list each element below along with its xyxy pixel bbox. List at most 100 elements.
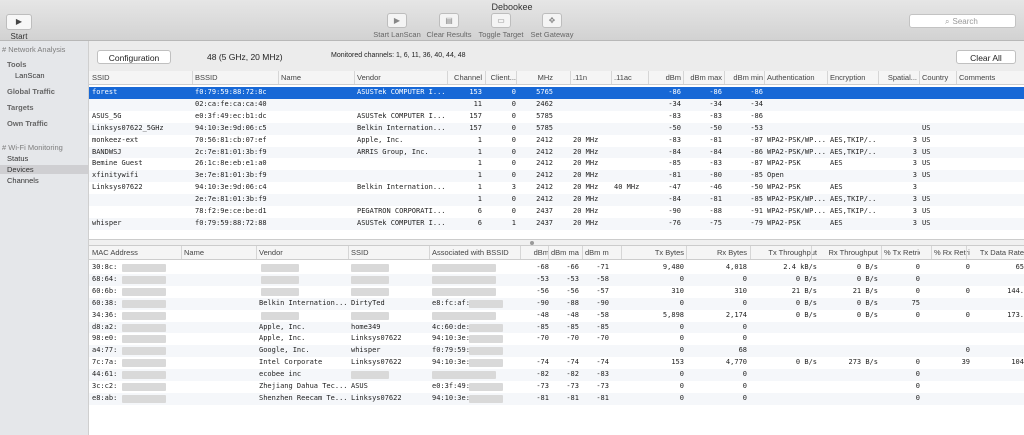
column-separator[interactable] <box>878 71 879 84</box>
table-row[interactable]: forest f0:79:59:88:72:8c ASUSTek COMPUTER … <box>89 87 1024 99</box>
table-row[interactable]: Bemine Guest 26:1c:8e:eb:e1:a0 1 0 2412 20 MH… <box>89 158 1024 170</box>
column-header[interactable]: Vendor <box>259 248 351 257</box>
table-row[interactable]: whisper f0:79:59:88:72:88 ASUSTek COMPUTER… <box>89 217 1024 230</box>
column-header[interactable]: Country <box>922 73 952 82</box>
column-separator[interactable] <box>648 71 649 84</box>
column-header[interactable]: Name <box>281 73 353 82</box>
table-row[interactable]: 60:6b: -56 -56 -57 310 310 21 B/s 21 B/s 0 0 144. <box>89 286 1024 298</box>
table-row[interactable]: a4:77: Google, Inc. whisper f0:79:59: 0 68 0 <box>89 345 1024 358</box>
sidebar-item-global-traffic[interactable]: Global Traffic <box>7 87 95 96</box>
table-row[interactable]: 02:ca:fe:ca:ca:40 11 0 2462 -34 -34 -34 <box>89 98 1024 111</box>
column-header[interactable]: SSID <box>92 73 192 82</box>
column-header[interactable]: BSSID <box>195 73 280 82</box>
table-row[interactable]: monkeez-ext 70:56:81:cb:07:ef Apple, Inc. 1… <box>89 135 1024 147</box>
table-row[interactable]: d8:a2: Apple, Inc. home349 4c:60:de: -85 -85-… <box>89 321 1024 334</box>
column-header[interactable]: Tx Data Rate <box>969 248 1024 257</box>
table-row[interactable]: ASUS_5G e0:3f:49:ec:b1:dc ASUSTek COMPUTER… <box>89 111 1024 123</box>
column-separator[interactable] <box>485 71 486 84</box>
column-header[interactable]: dBm max <box>551 248 579 257</box>
column-separator[interactable] <box>956 71 957 84</box>
column-header[interactable]: Tx Bytes <box>624 248 684 257</box>
column-separator[interactable] <box>621 246 622 259</box>
column-header[interactable]: dBm min <box>585 248 609 257</box>
column-separator[interactable] <box>181 246 182 259</box>
column-separator[interactable] <box>881 246 882 259</box>
column-separator[interactable] <box>582 246 583 259</box>
search-input[interactable]: ⌕ Search <box>909 14 1016 28</box>
column-separator[interactable] <box>256 246 257 259</box>
column-separator[interactable] <box>447 71 448 84</box>
column-separator[interactable] <box>278 71 279 84</box>
table-row[interactable]: 34:36: -48 -48 -58 5,898 2,174 0 B/s 0 B/s 0 0 173… <box>89 310 1024 322</box>
sidebar-item-status[interactable]: Status <box>7 154 95 163</box>
column-separator[interactable] <box>611 71 612 84</box>
column-separator[interactable] <box>548 246 549 259</box>
column-header[interactable]: Encryption <box>830 73 878 82</box>
table-row[interactable]: 78:f2:9e:ce:be:d1 PEGATRON CORPORATI... 6 0… <box>89 206 1024 218</box>
column-header[interactable]: Comments <box>959 73 1019 82</box>
column-header[interactable]: Name <box>184 248 260 257</box>
table-cell: WPA2-PSK <box>767 159 801 168</box>
table-row[interactable]: e8:ab: Shenzhen Reecam Te... Linksys07622 9… <box>89 392 1024 405</box>
column-separator[interactable] <box>192 71 193 84</box>
clear-all-button[interactable]: Clear All <box>956 50 1016 64</box>
table-cell: monkeez-ext <box>92 135 139 144</box>
column-header[interactable]: dBm min <box>727 73 763 82</box>
column-separator[interactable] <box>520 246 521 259</box>
column-separator[interactable] <box>570 71 571 84</box>
column-header[interactable]: % Rx Retries <box>934 248 970 257</box>
column-separator[interactable] <box>827 71 828 84</box>
table-row[interactable]: 44:61: ecobee inc -82 -82 -83 0 0 0 <box>89 369 1024 381</box>
table-row[interactable]: 98:e0: Apple, Inc. Linksys07622 94:10:3e: -7… <box>89 333 1024 345</box>
table-row[interactable]: 2e:7e:81:01:3b:f9 1 0 2412 20 MHz -84 -81 -85 WP… <box>89 194 1024 206</box>
table-row[interactable]: 30:8c: -68 -66 -71 9,480 4,018 2.4 kB/s 0 B/s 0 0… <box>89 262 1024 274</box>
column-separator[interactable] <box>724 71 725 84</box>
column-separator[interactable] <box>750 246 751 259</box>
column-header[interactable]: Channel <box>450 73 482 82</box>
table-row[interactable]: BANDWSJ 2c:7e:81:01:3b:f9 ARRIS Group, Inc… <box>89 146 1024 159</box>
column-header[interactable]: Rx Bytes <box>689 248 747 257</box>
table-row[interactable]: 7c:7a: Intel Corporate Linksys07622 94:10:3… <box>89 357 1024 369</box>
table-row[interactable]: 3c:c2: Zhejiang Dahua Tec... ASUS e0:3f:49:… <box>89 381 1024 393</box>
column-header[interactable]: Client... <box>488 73 516 82</box>
column-separator[interactable] <box>348 246 349 259</box>
configuration-button[interactable]: Configuration <box>97 50 171 64</box>
column-separator[interactable] <box>429 246 430 259</box>
column-separator[interactable] <box>516 71 517 84</box>
column-separator[interactable] <box>354 71 355 84</box>
column-header[interactable]: SSID <box>351 248 431 257</box>
column-header[interactable]: .11ac <box>614 73 644 82</box>
column-header[interactable]: Tx Throughput <box>753 248 817 257</box>
table-row[interactable]: 68:64: -53 -53 -58 0 0 0 B/s 0 B/s 0 <box>89 273 1024 286</box>
column-header[interactable]: MHz <box>519 73 553 82</box>
column-separator[interactable] <box>931 246 932 259</box>
column-header[interactable]: MAC Address <box>92 248 182 257</box>
table-row[interactable]: Linksys07622_5GHz 94:10:3e:9d:06:c5 Belkin… <box>89 122 1024 135</box>
column-header[interactable]: Vendor <box>357 73 447 82</box>
column-separator[interactable] <box>683 71 684 84</box>
column-separator[interactable] <box>686 246 687 259</box>
column-header[interactable]: Rx Throughput <box>814 248 878 257</box>
column-header[interactable]: dBm <box>651 73 681 82</box>
clear-results-button[interactable]: ▤ Clear Results <box>424 13 474 39</box>
start-lanscan-button[interactable]: ▶ Start LanScan <box>371 13 423 39</box>
column-header[interactable]: Associated with BSSID <box>432 248 522 257</box>
sidebar-item-devices[interactable]: Devices <box>0 165 88 174</box>
column-header[interactable]: dBm max <box>686 73 722 82</box>
sidebar-item-own-traffic[interactable]: Own Traffic <box>7 119 95 128</box>
table-row[interactable]: 60:38: Belkin Internation... DirtyTed e8:fc… <box>89 297 1024 310</box>
sidebar-item-targets[interactable]: Targets <box>7 103 95 112</box>
column-header[interactable]: dBm <box>523 248 549 257</box>
table-row[interactable]: xfinitywifi 3e:7e:81:01:3b:f9 1 0 2412 20 MHz… <box>89 170 1024 183</box>
column-header[interactable]: Spatial... <box>881 73 917 82</box>
column-separator[interactable] <box>919 71 920 84</box>
table-row[interactable]: Linksys07622 94:10:3e:9d:06:c4 Belkin Inte… <box>89 182 1024 194</box>
column-separator[interactable] <box>811 246 812 259</box>
sidebar-item-channels[interactable]: Channels <box>7 176 95 185</box>
column-separator[interactable] <box>966 246 967 259</box>
column-separator[interactable] <box>764 71 765 84</box>
split-view-divider[interactable] <box>89 239 1024 246</box>
toggle-target-button[interactable]: ▭ Toggle Target <box>476 13 526 39</box>
set-gateway-button[interactable]: ✥ Set Gateway <box>528 13 576 39</box>
column-header[interactable]: % Tx Retries <box>884 248 920 257</box>
